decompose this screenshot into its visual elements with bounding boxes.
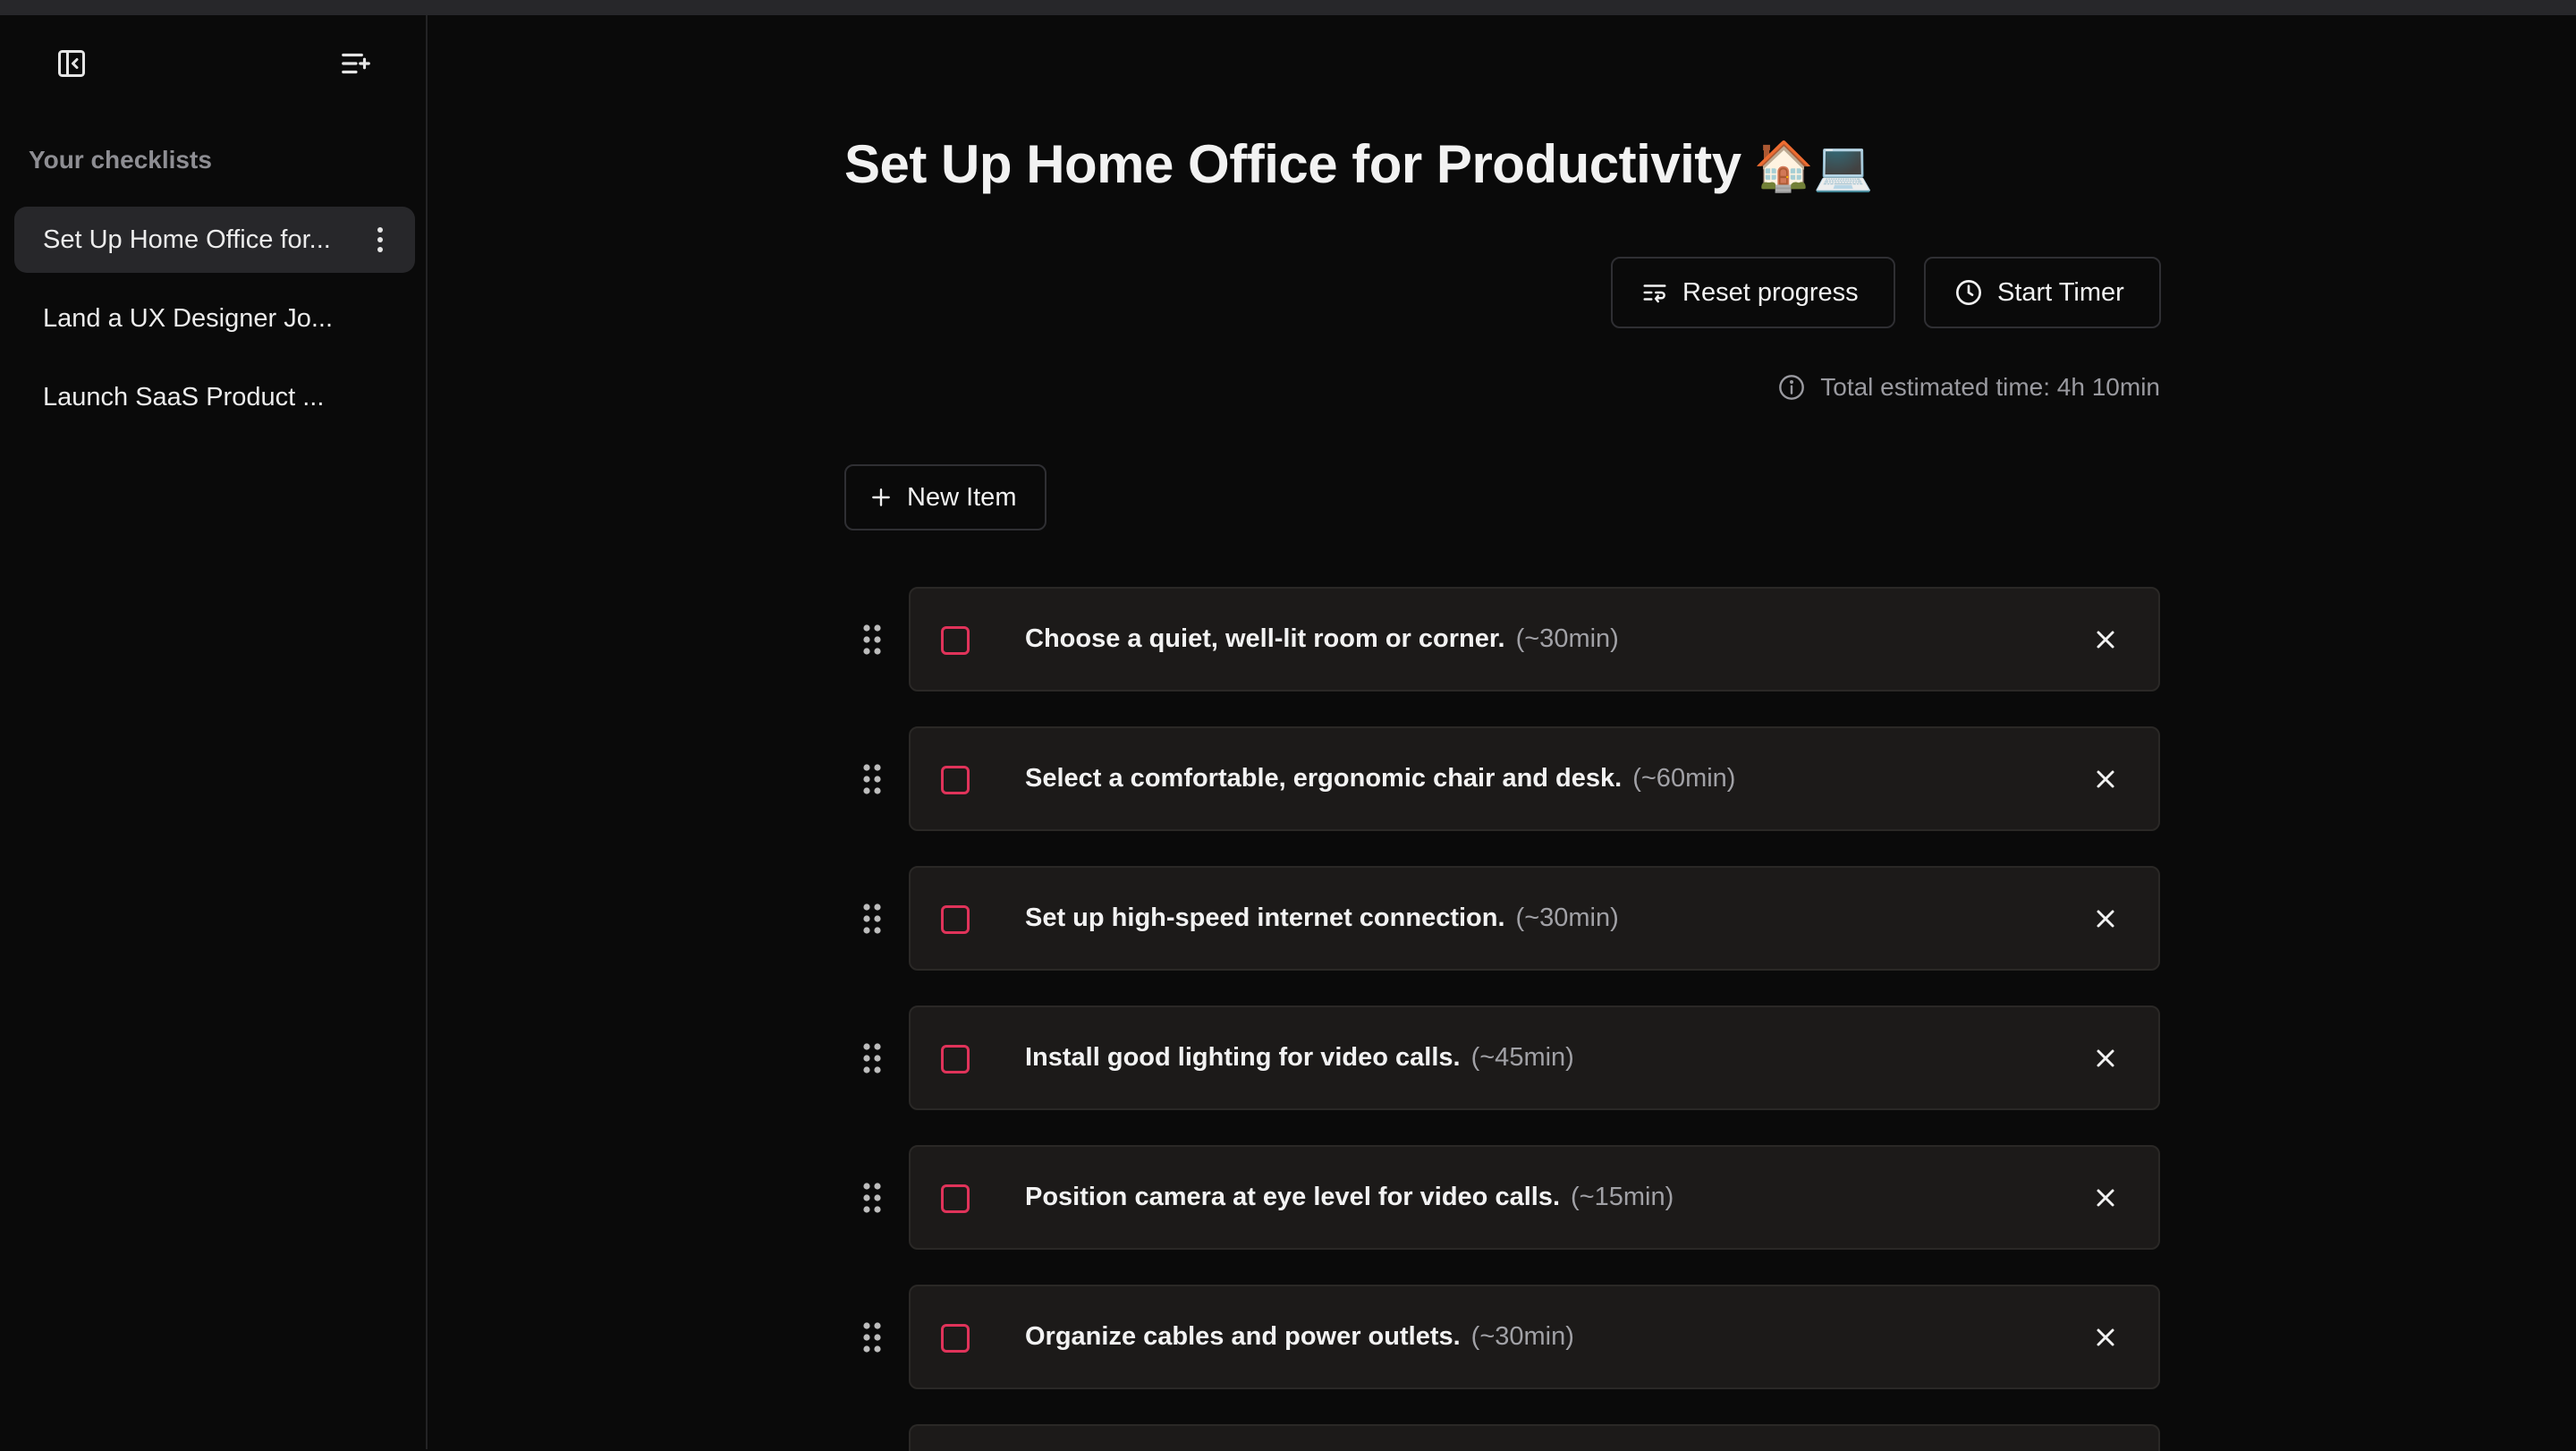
checklist-item-card: Choose a quiet, well-lit room or corner.…	[909, 587, 2160, 692]
sidebar-item-label: Launch SaaS Product ...	[43, 382, 325, 412]
info-icon	[1779, 375, 1805, 400]
delete-item-icon[interactable]	[2089, 902, 2123, 936]
delete-item-icon[interactable]	[2089, 1181, 2123, 1215]
item-text: Install good lighting for video calls. (…	[1025, 1007, 1574, 1108]
sidebar-item-ux-designer[interactable]: Land a UX Designer Jo...	[14, 285, 415, 352]
total-estimated-time: Total estimated time: 4h 10min	[1777, 373, 2160, 402]
checklist-item: Select a comfortable, ergonomic chair an…	[844, 726, 2160, 831]
sidebar-item-label: Land a UX Designer Jo...	[43, 303, 334, 333]
checklist-item: Organize cables and power outlets. (~30m…	[844, 1285, 2160, 1389]
item-title: Select a comfortable, ergonomic chair an…	[1025, 764, 1623, 793]
item-title: Choose a quiet, well-lit room or corner.	[1025, 624, 1505, 653]
new-item-label: New Item	[907, 482, 1017, 512]
checklist-item-partial	[844, 1424, 2160, 1451]
item-text: Position camera at eye level for video c…	[1025, 1147, 1674, 1248]
item-estimated-time: (~30min)	[1515, 624, 1619, 653]
item-estimated-time: (~60min)	[1632, 764, 1736, 793]
item-title: Organize cables and power outlets.	[1025, 1322, 1461, 1351]
start-timer-button[interactable]: Start Timer	[1924, 257, 2161, 328]
drag-handle-icon[interactable]	[860, 1181, 884, 1215]
item-checkbox[interactable]	[941, 766, 970, 794]
item-estimated-time: (~30min)	[1515, 904, 1619, 932]
reset-list-icon	[1643, 284, 1666, 303]
checklist-item: Position camera at eye level for video c…	[844, 1145, 2160, 1250]
item-checkbox[interactable]	[941, 626, 970, 655]
item-checkbox[interactable]	[941, 1324, 970, 1353]
window-top-bar	[0, 0, 2576, 15]
checklist-item-card: Set up high-speed internet connection. (…	[909, 866, 2160, 971]
reset-progress-button[interactable]: Reset progress	[1611, 257, 1895, 328]
drag-handle-icon[interactable]	[860, 902, 884, 936]
checklist-item-card	[909, 1424, 2160, 1451]
page-title-text: Set Up Home Office for Productivity	[844, 134, 1741, 194]
sidebar-heading: Your checklists	[29, 146, 212, 174]
drag-handle-icon[interactable]	[860, 623, 884, 657]
plus-icon	[872, 488, 890, 506]
delete-item-icon[interactable]	[2089, 1041, 2123, 1075]
item-title: Set up high-speed internet connection.	[1025, 904, 1505, 932]
delete-item-icon[interactable]	[2089, 1320, 2123, 1354]
sidebar-item-saas-launch[interactable]: Launch SaaS Product ...	[14, 364, 415, 430]
drag-handle-icon[interactable]	[860, 1041, 884, 1075]
checklist-item: Install good lighting for video calls. (…	[844, 1006, 2160, 1110]
checklist-item-card: Organize cables and power outlets. (~30m…	[909, 1285, 2160, 1389]
item-title: Install good lighting for video calls.	[1025, 1043, 1461, 1072]
item-text: Choose a quiet, well-lit room or corner.…	[1025, 589, 1619, 690]
checklist-item: Choose a quiet, well-lit room or corner.…	[844, 587, 2160, 692]
item-checkbox[interactable]	[941, 905, 970, 934]
delete-item-icon[interactable]	[2089, 762, 2123, 796]
item-checkbox[interactable]	[941, 1045, 970, 1073]
sidebar: Your checklists Set Up Home Office for..…	[0, 15, 428, 1449]
drag-handle-icon[interactable]	[860, 762, 884, 796]
drag-handle-icon[interactable]	[860, 1320, 884, 1354]
start-timer-label: Start Timer	[1997, 277, 2124, 307]
checklist-item: Set up high-speed internet connection. (…	[844, 866, 2160, 971]
item-estimated-time: (~15min)	[1571, 1183, 1674, 1211]
clock-icon	[1956, 280, 1981, 305]
item-text: Select a comfortable, ergonomic chair an…	[1025, 728, 1735, 829]
item-estimated-time: (~30min)	[1470, 1322, 1574, 1351]
checklist-item-card: Install good lighting for video calls. (…	[909, 1006, 2160, 1110]
sidebar-collapse-icon[interactable]	[43, 35, 100, 92]
sidebar-item-label: Set Up Home Office for...	[43, 225, 331, 254]
item-checkbox[interactable]	[941, 1184, 970, 1213]
page-title: Set Up Home Office for Productivity 🏠💻	[844, 133, 1874, 195]
title-emoji: 🏠💻	[1753, 140, 1874, 193]
checklist-items: Choose a quiet, well-lit room or corner.…	[844, 587, 2160, 1451]
reset-progress-label: Reset progress	[1682, 277, 1859, 307]
delete-item-icon[interactable]	[2089, 623, 2123, 657]
sidebar-item-home-office[interactable]: Set Up Home Office for...	[14, 207, 415, 273]
total-time-text: Total estimated time: 4h 10min	[1820, 373, 2160, 401]
checklist-list: Set Up Home Office for... Land a UX Desi…	[14, 207, 415, 443]
item-text: Set up high-speed internet connection. (…	[1025, 868, 1619, 969]
item-estimated-time: (~45min)	[1470, 1043, 1574, 1072]
item-text: Organize cables and power outlets. (~30m…	[1025, 1286, 1574, 1387]
checklist-item-card: Select a comfortable, ergonomic chair an…	[909, 726, 2160, 831]
checklist-item-card: Position camera at eye level for video c…	[909, 1145, 2160, 1250]
list-add-icon[interactable]	[327, 35, 385, 92]
more-options-icon[interactable]	[367, 220, 394, 259]
new-item-button[interactable]: New Item	[844, 464, 1046, 530]
item-title: Position camera at eye level for video c…	[1025, 1183, 1560, 1211]
main-content: Set Up Home Office for Productivity 🏠💻 Re…	[429, 15, 2576, 1451]
